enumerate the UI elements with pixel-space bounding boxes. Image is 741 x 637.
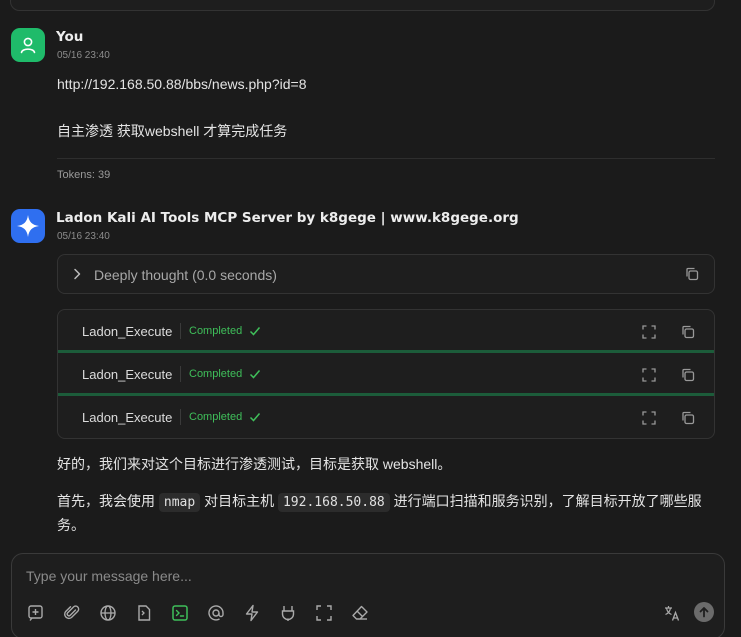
para2-text-a: 首先，我会使用 <box>57 493 159 509</box>
user-icon <box>20 37 36 54</box>
tool-name: Ladon_Execute <box>82 324 173 339</box>
copy-icon[interactable] <box>684 266 700 282</box>
clear-context-icon[interactable] <box>278 603 298 623</box>
tool-separator <box>180 323 181 339</box>
user-url-text: http://192.168.50.88/bbs/news.php?id=8 <box>57 76 307 92</box>
tool-name: Ladon_Execute <box>82 367 173 382</box>
web-search-icon[interactable] <box>98 603 118 623</box>
new-topic-icon[interactable] <box>26 603 46 623</box>
attachment-icon[interactable] <box>62 603 82 623</box>
check-icon <box>249 370 261 379</box>
copy-icon[interactable] <box>680 324 696 340</box>
copy-icon[interactable] <box>680 367 696 383</box>
assistant-paragraph-1: 好的，我们来对这个目标进行渗透测试，目标是获取 webshell。 <box>57 456 452 472</box>
tool-separator <box>180 366 181 382</box>
tool-call-row[interactable]: Ladon_Execute Completed <box>58 353 714 396</box>
user-timestamp: 05/16 23:40 <box>57 50 110 61</box>
thought-label: Deeply thought (0.0 seconds) <box>94 267 277 283</box>
quick-phrase-icon[interactable] <box>242 603 262 623</box>
expand-icon[interactable] <box>641 367 657 383</box>
tool-call-row[interactable]: Ladon_Execute Completed <box>58 310 714 353</box>
expand-icon[interactable] <box>641 410 657 426</box>
inline-code-nmap: nmap <box>158 493 201 512</box>
message-input[interactable] <box>26 566 706 586</box>
tool-calls-panel: Ladon_Execute Completed Ladon_Execute Co… <box>57 309 715 439</box>
send-button[interactable] <box>694 602 714 622</box>
expand-icon[interactable] <box>641 324 657 340</box>
fullscreen-icon[interactable] <box>314 603 334 623</box>
check-icon <box>249 327 261 336</box>
check-icon <box>249 413 261 422</box>
chevron-right-icon[interactable] <box>70 267 84 281</box>
assistant-name: Ladon Kali AI Tools MCP Server by k8gege… <box>56 210 519 226</box>
copy-icon[interactable] <box>680 410 696 426</box>
user-task-text: 自主渗透 获取webshell 才算完成任务 <box>57 123 288 139</box>
para2-text-b: 对目标主机 <box>200 493 278 509</box>
assistant-timestamp: 05/16 23:40 <box>57 231 110 242</box>
tool-separator <box>180 409 181 425</box>
tool-call-row[interactable]: Ladon_Execute Completed <box>58 396 714 438</box>
inline-code-ip: 192.168.50.88 <box>277 493 390 512</box>
previous-message-card <box>10 0 715 11</box>
message-composer <box>11 553 725 637</box>
knowledge-icon[interactable] <box>134 603 154 623</box>
assistant-avatar[interactable] <box>11 209 45 243</box>
user-avatar[interactable] <box>11 28 45 62</box>
tool-status: Completed <box>189 368 243 380</box>
tool-name: Ladon_Execute <box>82 410 173 425</box>
tool-status: Completed <box>189 411 243 423</box>
sparkle-icon <box>17 215 39 237</box>
message-divider <box>57 158 715 159</box>
tool-status: Completed <box>189 325 243 337</box>
user-name: You <box>56 29 84 45</box>
token-count: Tokens: 39 <box>57 169 111 181</box>
mention-icon[interactable] <box>206 603 226 623</box>
assistant-paragraph-2: 首先，我会使用 nmap 对目标主机 192.168.50.88 进行端口扫描和… <box>57 490 717 537</box>
translate-icon[interactable] <box>662 603 682 623</box>
arrow-up-icon <box>699 607 709 618</box>
eraser-icon[interactable] <box>350 603 370 623</box>
mcp-terminal-icon[interactable] <box>170 603 190 623</box>
thought-panel[interactable]: Deeply thought (0.0 seconds) <box>57 254 715 294</box>
